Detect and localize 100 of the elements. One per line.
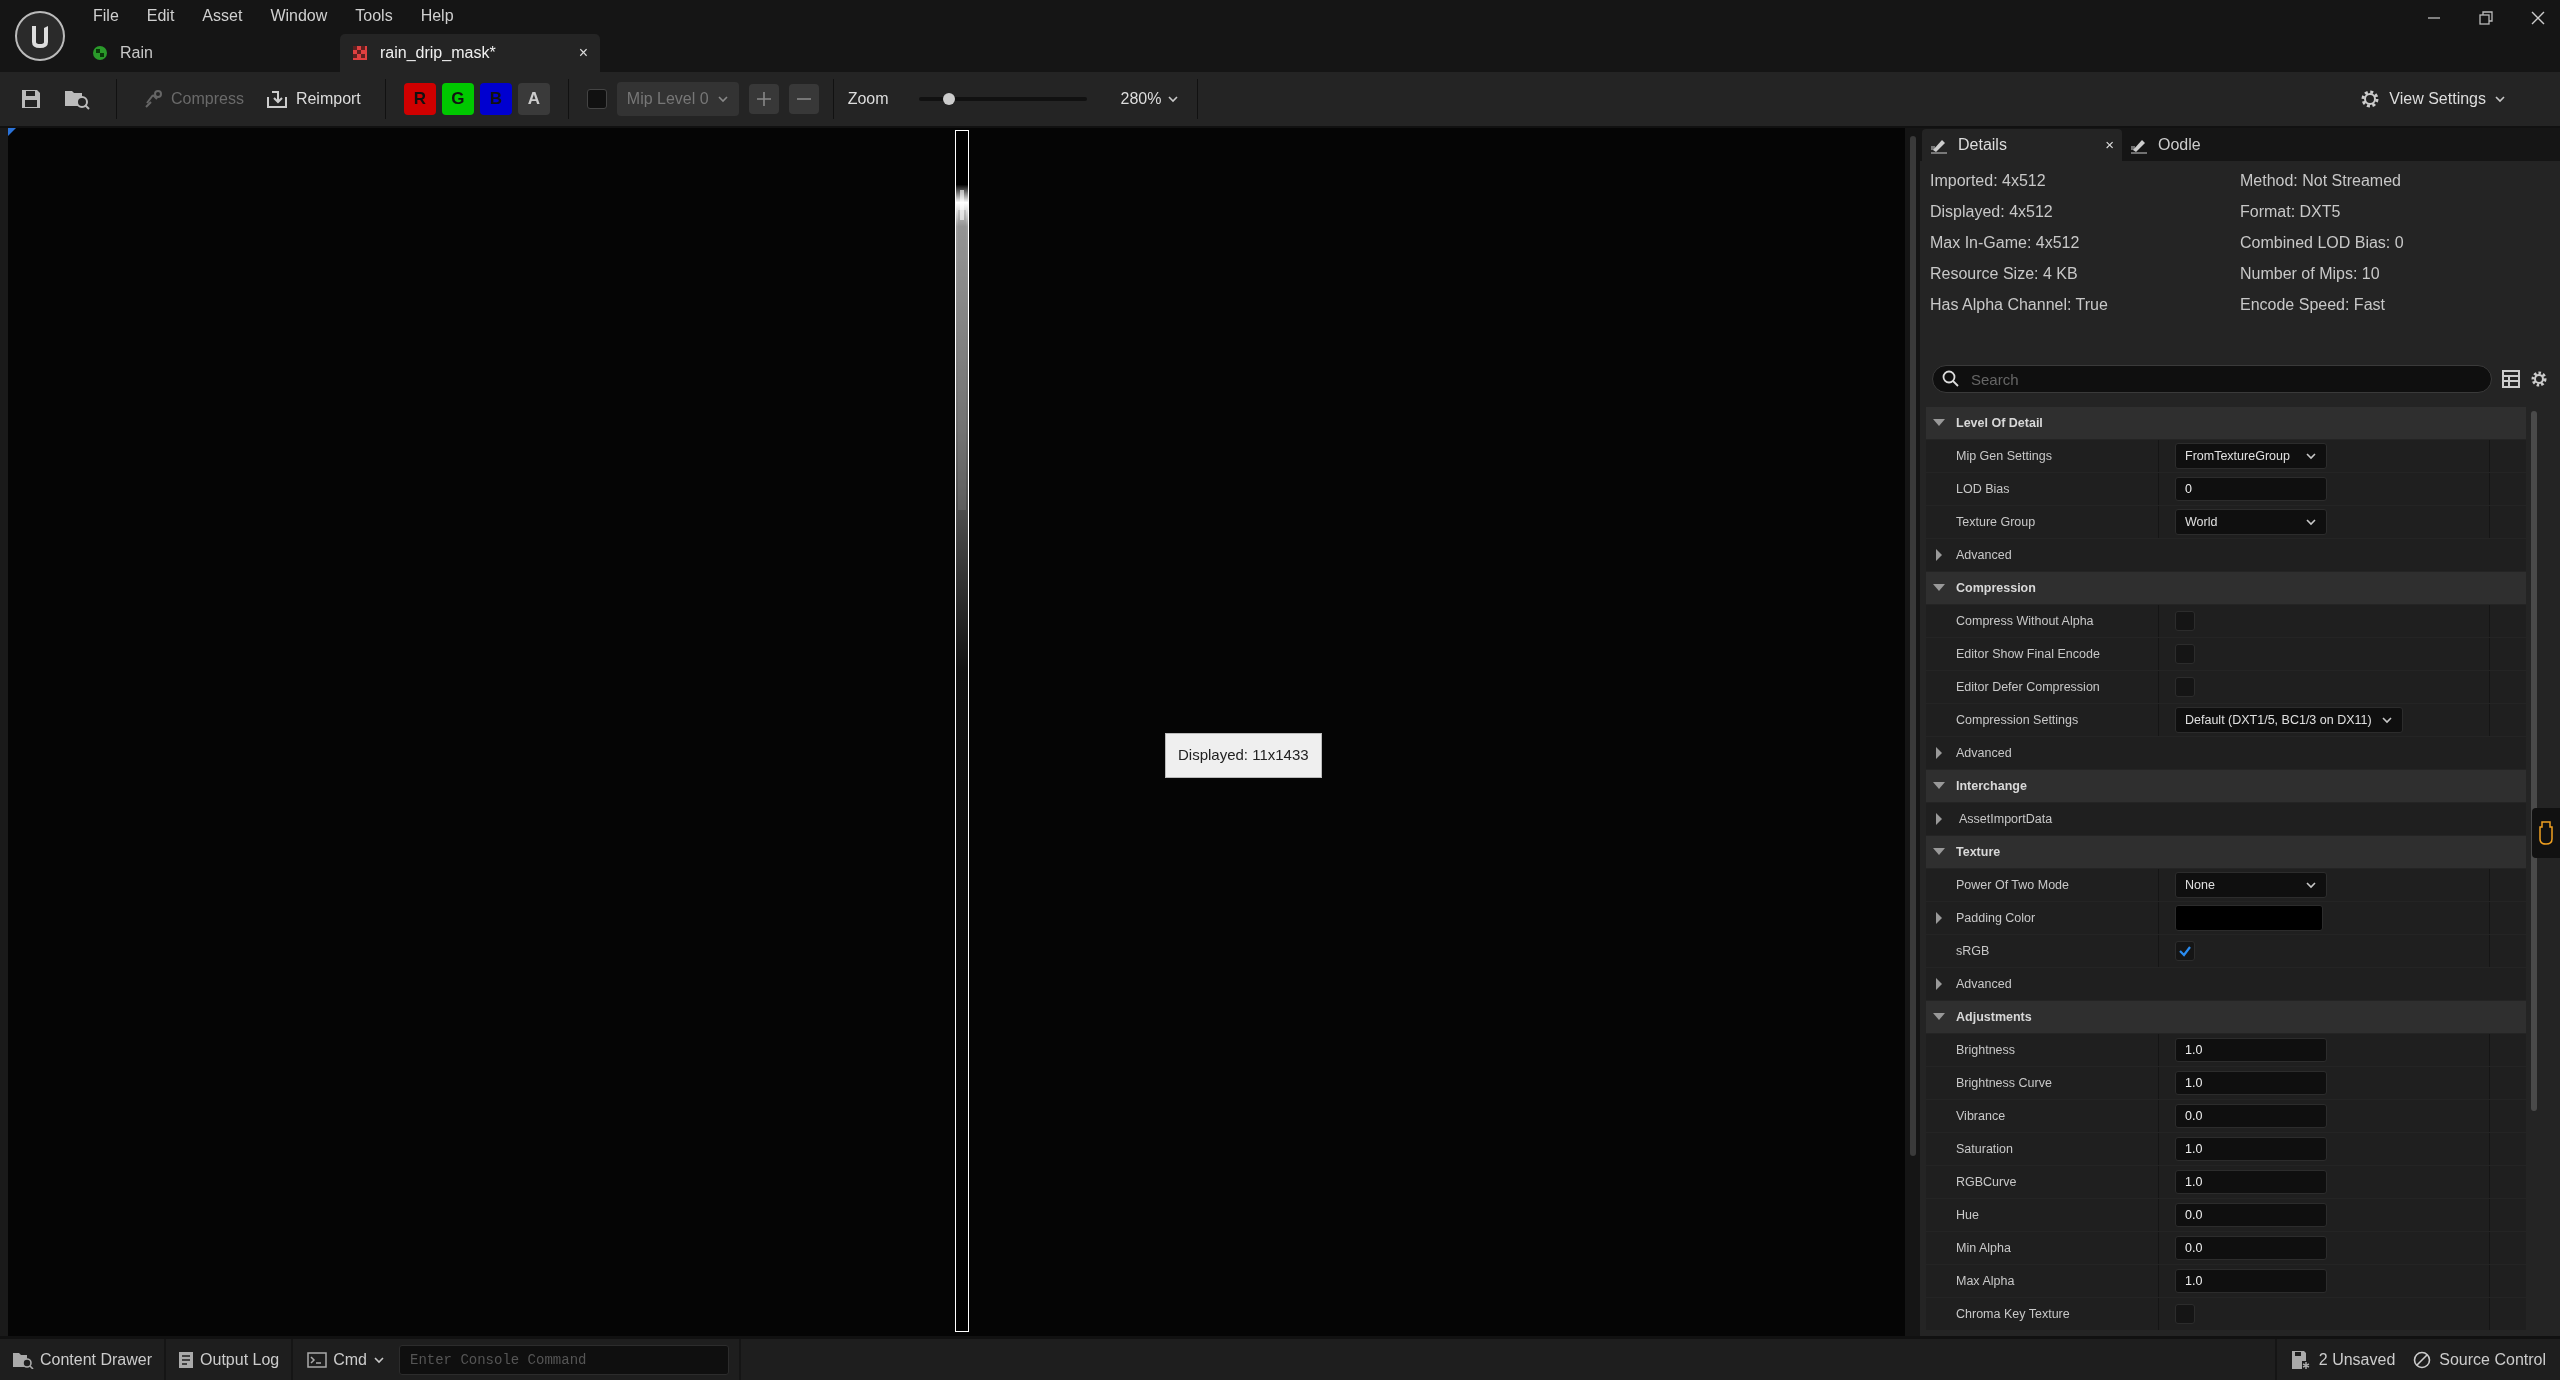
output-log-button[interactable]: Output Log [166, 1339, 294, 1380]
texture-icon [352, 45, 368, 61]
restore-icon[interactable] [2478, 10, 2494, 26]
table-icon[interactable] [2502, 370, 2520, 388]
number-field[interactable]: 1.0 [2175, 1170, 2327, 1194]
color-swatch[interactable] [2175, 905, 2323, 931]
cmd-dropdown[interactable]: Cmd [293, 1339, 391, 1380]
property-label: Max Alpha [1956, 1272, 2015, 1290]
number-field[interactable]: 1.0 [2175, 1269, 2327, 1293]
dropdown[interactable]: None [2175, 872, 2327, 898]
unsaved-button[interactable]: 2 Unsaved [2276, 1339, 2410, 1380]
info-text: Imported: 4x512 [1930, 171, 2047, 191]
number-field[interactable]: 0.0 [2175, 1104, 2327, 1128]
info-text: Has Alpha Channel: True [1930, 295, 2109, 315]
plus-icon [755, 91, 772, 107]
zoom-label: Zoom [847, 89, 889, 109]
info-text: Method: Not Streamed [2240, 171, 2402, 191]
checkbox[interactable] [586, 89, 607, 109]
chevron-down-icon [2381, 714, 2393, 726]
property-label: Hue [1956, 1206, 1979, 1224]
info-text: Resource Size: 4 KB [1930, 264, 2079, 284]
number-field[interactable]: 1.0 [2175, 1038, 2327, 1062]
channel-button[interactable]: G [441, 83, 474, 115]
logo-icon [14, 10, 66, 62]
document-tab[interactable]: rain_drip_mask* × [340, 34, 600, 72]
property-label: Saturation [1956, 1140, 2013, 1158]
section-header[interactable]: Compression [1926, 572, 2526, 604]
chevron-down-icon [1167, 93, 1180, 105]
zoom-dropdown[interactable]: 280% [1120, 87, 1180, 111]
chevron-down-icon [2305, 516, 2317, 528]
chevron-down-icon [716, 93, 729, 105]
dropdown[interactable]: FromTextureGroup [2175, 443, 2327, 469]
panel-tab[interactable]: Oodle [2122, 129, 2302, 161]
log-icon [178, 1350, 195, 1369]
section-header[interactable]: Interchange [1926, 770, 2526, 802]
menu-item[interactable]: Window [257, 4, 341, 28]
zoom-out-button[interactable] [788, 84, 819, 114]
number-field[interactable]: 1.0 [2175, 1071, 2327, 1095]
document-tab[interactable]: Rain [80, 34, 340, 72]
menu-item[interactable]: Tools [342, 4, 406, 28]
plug-icon[interactable] [2539, 821, 2553, 845]
menu-item[interactable]: Edit [133, 4, 188, 28]
section-header[interactable]: Adjustments [1926, 1001, 2526, 1033]
number-field[interactable]: 0.0 [2175, 1236, 2327, 1260]
chevron-down-icon [2305, 879, 2317, 891]
search-icon [1942, 370, 1960, 388]
source-control-button[interactable]: Source Control [2409, 1339, 2560, 1380]
minus-icon [796, 98, 811, 100]
texture-viewport[interactable]: Displayed: 11x1433 [0, 128, 1905, 1336]
search-field[interactable]: Search [1932, 365, 2492, 393]
save-icon[interactable] [20, 88, 42, 110]
channel-button[interactable]: A [517, 83, 550, 115]
group-label[interactable]: Advanced [1956, 743, 2012, 763]
dropdown[interactable]: World [2175, 509, 2327, 535]
folder-search-icon[interactable] [64, 88, 90, 110]
group-label[interactable]: Advanced [1956, 545, 2012, 565]
property-label: Compress Without Alpha [1956, 612, 2094, 630]
close-icon[interactable]: × [2105, 133, 2114, 157]
slider-thumb[interactable] [942, 93, 955, 105]
reimport-button[interactable]: Reimport [259, 81, 367, 117]
zoom-in-button[interactable] [748, 84, 779, 114]
property-label: sRGB [1956, 942, 1990, 960]
property-label: Min Alpha [1956, 1239, 2011, 1257]
property-label: Editor Show Final Encode [1956, 645, 2100, 663]
section-header[interactable]: Level Of Detail [1926, 407, 2526, 439]
property-label: LOD Bias [1956, 480, 2010, 498]
section-header[interactable]: Texture [1926, 836, 2526, 868]
info-text: Max In-Game: 4x512 [1930, 233, 2081, 253]
property-label: Brightness [1956, 1041, 2016, 1059]
chevron-down-icon [2494, 93, 2506, 105]
number-field[interactable]: 0.0 [2175, 1203, 2327, 1227]
property-label: Padding Color [1956, 909, 2036, 927]
property-label: Vibrance [1956, 1107, 2006, 1125]
terminal-icon [307, 1351, 328, 1368]
group-label[interactable]: Advanced [1956, 974, 2012, 994]
property-label: Mip Gen Settings [1956, 447, 2052, 465]
info-text: Number of Mips: 10 [2240, 264, 2381, 284]
settings-icon[interactable] [2530, 370, 2548, 388]
view-settings-button[interactable]: View Settings [2359, 87, 2506, 111]
property-label: Brightness Curve [1956, 1074, 2052, 1092]
menu-item[interactable]: File [80, 4, 132, 28]
property-label: Editor Defer Compression [1956, 678, 2100, 696]
property-label: Power Of Two Mode [1956, 876, 2069, 894]
chevron-down-icon [2305, 450, 2317, 462]
console-input[interactable]: Enter Console Command [399, 1344, 729, 1375]
content-drawer-button[interactable]: Content Drawer [0, 1339, 167, 1380]
close-icon[interactable]: × [578, 41, 588, 65]
folder-search-icon [12, 1350, 34, 1369]
menu-item[interactable]: Help [407, 4, 467, 28]
menu-item[interactable]: Asset [189, 4, 256, 28]
panel-tab[interactable]: Details × [1922, 129, 2122, 161]
info-text: Displayed: 4x512 [1930, 202, 2054, 222]
close-icon[interactable] [2530, 10, 2546, 26]
save-icon [2290, 1349, 2311, 1370]
number-field[interactable]: 1.0 [2175, 1137, 2327, 1161]
dropdown[interactable]: Default (DXT1/5, BC1/3 on DX11) [2175, 707, 2403, 733]
property-label: RGBCurve [1956, 1173, 2017, 1191]
checkbox[interactable] [2175, 941, 2195, 961]
number-field[interactable]: 0 [2175, 477, 2327, 501]
group-label[interactable]: AssetImportData [1956, 809, 2053, 829]
